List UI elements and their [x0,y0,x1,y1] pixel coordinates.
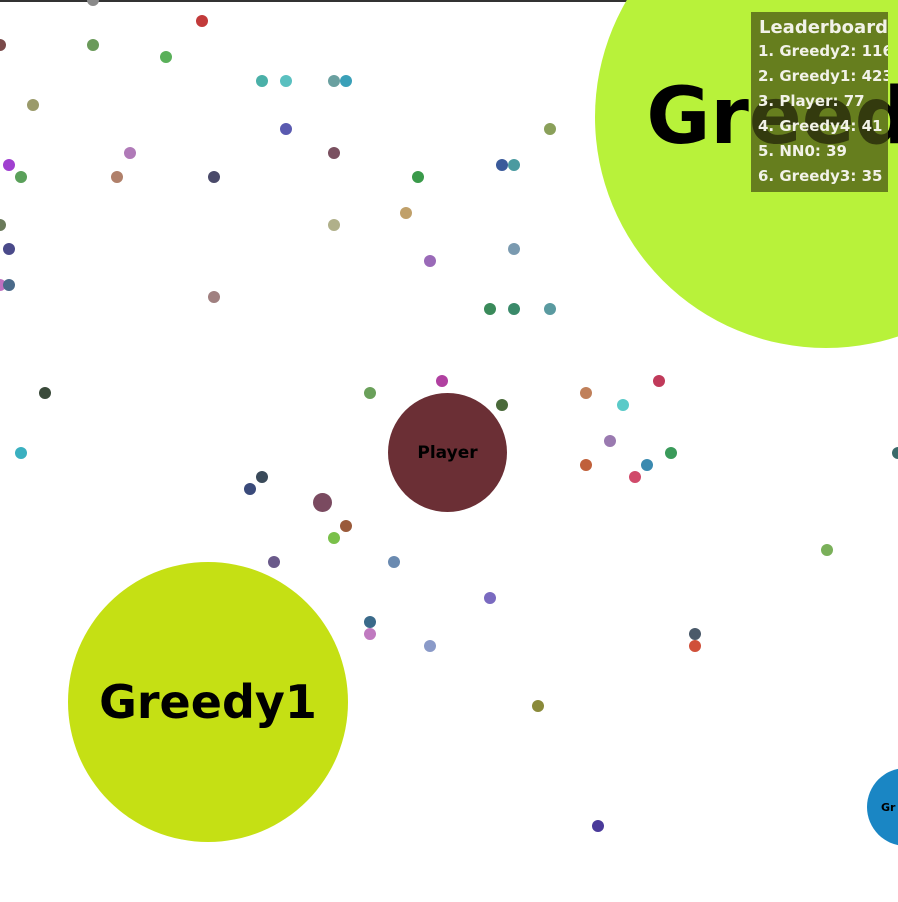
food-pellet [256,75,268,87]
leaderboard-row-1: 1. Greedy2: 1166 [758,42,888,60]
leaderboard-panel: Leaderboard 1. Greedy2: 1166 2. Greedy1:… [751,12,888,192]
food-pellet [364,387,376,399]
food-pellet [3,243,15,255]
food-pellet [268,556,280,568]
food-pellet [244,483,256,495]
food-pellet [592,820,604,832]
food-pellet [892,447,898,459]
food-pellet [508,159,520,171]
food-pellet [160,51,172,63]
food-pellet [3,159,15,171]
leaderboard-row-2: 2. Greedy1: 423 [758,67,888,85]
food-pellet [328,147,340,159]
food-pellet [87,39,99,51]
food-pellet [496,159,508,171]
food-pellet [208,291,220,303]
game-arena[interactable]: Greedy2 Greedy1 Player Gr Leaderboard 1.… [0,0,898,902]
food-pellet [328,75,340,87]
food-pellet [364,628,376,640]
food-pellet [15,171,27,183]
food-pellet [508,303,520,315]
cell-greedy1-label: Greedy1 [99,675,317,729]
food-pellet [328,532,340,544]
food-pellet [364,616,376,628]
food-pellet [436,375,448,387]
food-pellet [340,75,352,87]
cell-player-label: Player [417,442,478,463]
food-pellet [208,171,220,183]
food-pellet [629,471,641,483]
food-pellet [39,387,51,399]
food-pellet [0,219,6,231]
cell-player[interactable]: Player [388,393,507,512]
cell-greedy-small-label: Gr [881,800,896,814]
food-pellet [532,700,544,712]
food-pellet [496,399,508,411]
food-pellet [424,640,436,652]
food-pellet [124,147,136,159]
food-pellet [544,303,556,315]
food-pellet [689,640,701,652]
food-pellet [580,387,592,399]
food-pellet [484,303,496,315]
food-pellet [196,15,208,27]
food-pellet [580,459,592,471]
cell-greedy1: Greedy1 [68,562,348,842]
food-pellet [653,375,665,387]
food-pellet [280,75,292,87]
food-pellet [617,399,629,411]
leaderboard-row-3: 3. Player: 77 [758,92,865,110]
cell-greedy-small: Gr [867,768,898,846]
leaderboard-title: Leaderboard [759,17,888,38]
leaderboard-row-5: 5. NN0: 39 [758,142,847,160]
food-pellet [821,544,833,556]
leaderboard-row-6: 6. Greedy3: 35 [758,167,883,185]
food-pellet [400,207,412,219]
food-pellet [484,592,496,604]
food-pellet [15,447,27,459]
food-pellet [424,255,436,267]
food-pellet-large [313,493,332,512]
food-pellet [689,628,701,640]
food-pellet [544,123,556,135]
leaderboard-row-4: 4. Greedy4: 41 [758,117,883,135]
food-pellet [87,0,99,6]
food-pellet [388,556,400,568]
food-pellet [641,459,653,471]
food-pellet [340,520,352,532]
food-pellet [111,171,123,183]
food-pellet [0,39,6,51]
food-pellet [256,471,268,483]
food-pellet [665,447,677,459]
food-pellet [508,243,520,255]
food-pellet [412,171,424,183]
food-pellet [280,123,292,135]
food-pellet [604,435,616,447]
food-pellet [27,99,39,111]
food-pellet [3,279,15,291]
food-pellet [328,219,340,231]
